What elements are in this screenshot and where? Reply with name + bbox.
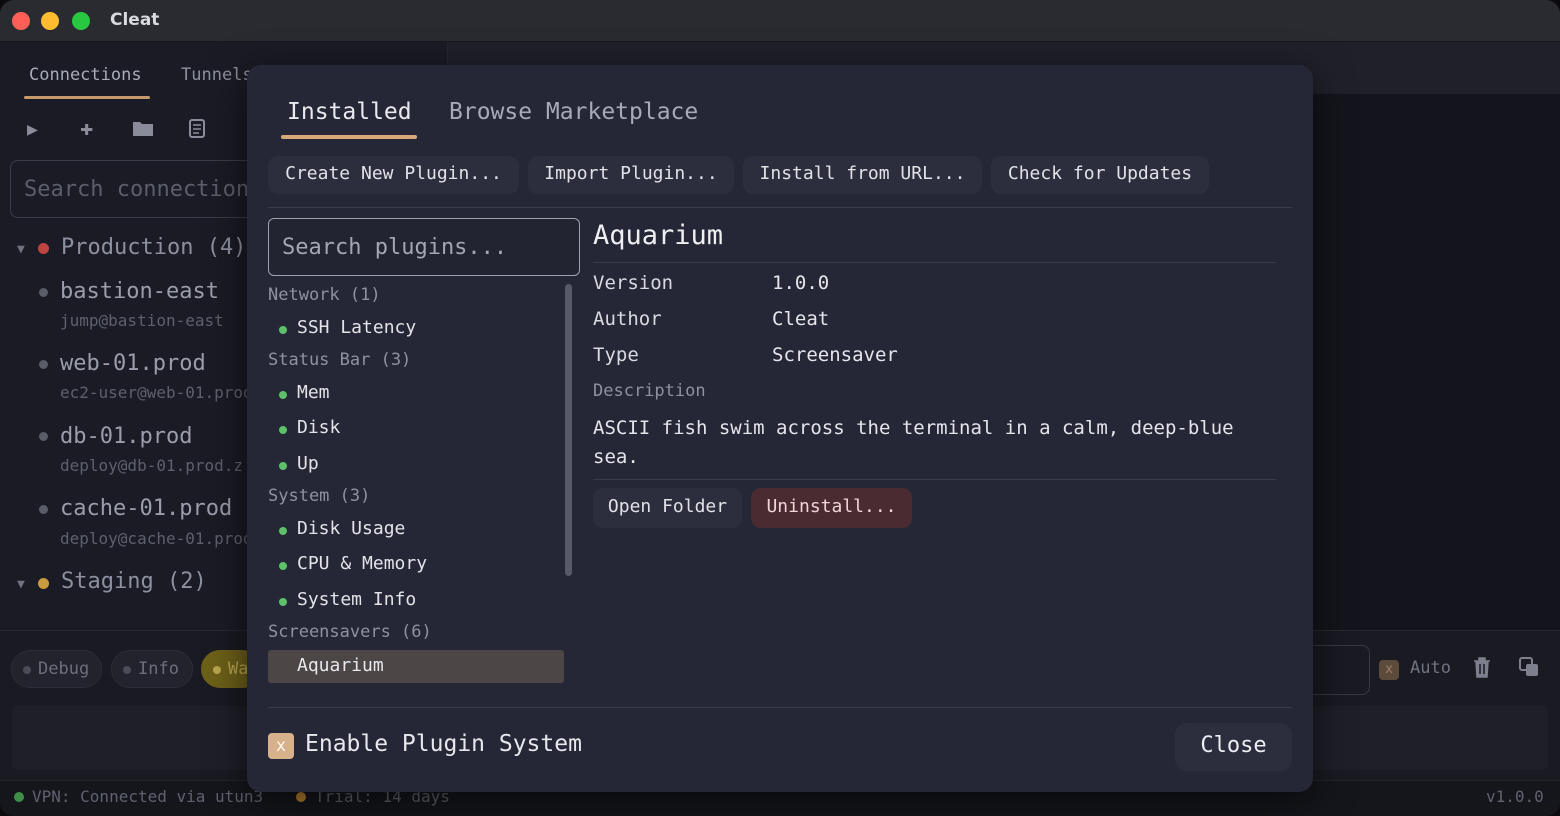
trial-status-dot bbox=[296, 792, 306, 802]
host-user: ec2-user@web-01.prod bbox=[60, 383, 253, 402]
description-text: ASCII fish swim across the terminal in a… bbox=[593, 417, 1234, 468]
group-staging[interactable]: Staging (2) bbox=[61, 569, 207, 594]
active-tab-indicator bbox=[24, 96, 150, 99]
close-window-button[interactable] bbox=[12, 12, 30, 30]
install-from-url-button[interactable]: Install from URL... bbox=[743, 156, 982, 194]
plugin-system-info[interactable]: System Info bbox=[297, 589, 416, 610]
group-color-dot bbox=[38, 578, 49, 589]
enabled-dot bbox=[279, 598, 287, 606]
host-status-dot bbox=[39, 432, 48, 441]
plugin-search-input[interactable] bbox=[269, 219, 579, 275]
version-value: 1.0.0 bbox=[772, 272, 830, 294]
enabled-dot bbox=[279, 391, 287, 399]
plugin-mem[interactable]: Mem bbox=[297, 382, 330, 403]
description-label: Description bbox=[593, 381, 706, 401]
plugin-ssh-latency[interactable]: SSH Latency bbox=[297, 317, 416, 338]
host-web-01[interactable]: web-01.prod bbox=[60, 351, 206, 376]
vpn-status-dot bbox=[14, 792, 24, 802]
group-color-dot bbox=[38, 243, 49, 254]
filter-dot-icon bbox=[123, 666, 131, 674]
host-user: deploy@db-01.prod.z bbox=[60, 456, 244, 475]
window-title: Cleat bbox=[110, 10, 160, 30]
version-label: Version bbox=[593, 272, 674, 294]
active-tab-indicator bbox=[281, 135, 417, 139]
maximize-window-button[interactable] bbox=[72, 12, 90, 30]
auto-scroll-checkbox[interactable]: x bbox=[1379, 660, 1399, 680]
host-user: jump@bastion-east bbox=[60, 311, 224, 330]
connection-search-input[interactable]: Search connections bbox=[10, 160, 262, 218]
divider bbox=[268, 207, 1292, 208]
category-network: Network (1) bbox=[268, 285, 381, 305]
create-plugin-button[interactable]: Create New Plugin... bbox=[268, 156, 519, 194]
open-folder-button[interactable]: Open Folder bbox=[593, 488, 742, 528]
plugin-search-field[interactable] bbox=[268, 218, 580, 276]
type-value: Screensaver bbox=[772, 344, 898, 366]
plugin-cpu-memory[interactable]: CPU & Memory bbox=[297, 553, 427, 574]
host-cache-01[interactable]: cache-01.prod bbox=[60, 496, 232, 521]
check-updates-button[interactable]: Check for Updates bbox=[991, 156, 1209, 194]
add-icon[interactable]: ✚ bbox=[80, 116, 93, 141]
enabled-dot bbox=[279, 562, 287, 570]
divider bbox=[593, 262, 1276, 263]
trash-icon[interactable] bbox=[1472, 656, 1492, 683]
copy-icon[interactable] bbox=[1518, 656, 1540, 683]
enabled-dot bbox=[279, 326, 287, 334]
host-status-dot bbox=[39, 360, 48, 369]
enabled-dot bbox=[279, 527, 287, 535]
chevron-down-icon[interactable]: ▼ bbox=[17, 577, 25, 592]
title-bar: Cleat bbox=[0, 0, 1560, 42]
plugin-list-scrollbar[interactable] bbox=[565, 284, 572, 576]
vpn-status: VPN: Connected via utun3 bbox=[32, 787, 264, 806]
host-db-01[interactable]: db-01.prod bbox=[60, 424, 192, 449]
host-bastion-east[interactable]: bastion-east bbox=[60, 279, 219, 304]
tab-connections[interactable]: Connections bbox=[29, 65, 142, 85]
group-production[interactable]: Production (4) bbox=[61, 235, 246, 260]
plugin-aquarium[interactable]: Aquarium bbox=[268, 650, 564, 683]
divider bbox=[593, 479, 1276, 480]
folder-icon[interactable] bbox=[132, 119, 154, 142]
log-filter-debug[interactable]: Debug bbox=[11, 650, 102, 688]
plugin-up[interactable]: Up bbox=[297, 453, 319, 474]
chevron-down-icon[interactable]: ▼ bbox=[17, 242, 25, 257]
author-value: Cleat bbox=[772, 308, 830, 330]
auto-scroll-label: Auto bbox=[1410, 658, 1451, 678]
filter-dot-icon bbox=[213, 666, 221, 674]
divider bbox=[268, 707, 1292, 708]
tab-installed[interactable]: Installed bbox=[287, 99, 412, 125]
host-user: deploy@cache-01.prod bbox=[60, 529, 253, 548]
tab-browse-marketplace[interactable]: Browse Marketplace bbox=[449, 99, 698, 125]
plugin-disk-usage[interactable]: Disk Usage bbox=[297, 518, 405, 539]
minimize-window-button[interactable] bbox=[41, 12, 59, 30]
enable-plugin-system-label[interactable]: Enable Plugin System bbox=[305, 731, 582, 757]
enable-plugin-system-checkbox[interactable]: x bbox=[268, 733, 294, 759]
filter-dot-icon bbox=[23, 666, 31, 674]
uninstall-button[interactable]: Uninstall... bbox=[751, 488, 912, 528]
host-status-dot bbox=[39, 505, 48, 514]
tab-tunnels[interactable]: Tunnels bbox=[181, 65, 253, 85]
import-plugin-button[interactable]: Import Plugin... bbox=[528, 156, 734, 194]
category-status-bar: Status Bar (3) bbox=[268, 350, 412, 370]
plugin-title: Aquarium bbox=[593, 220, 724, 251]
play-icon[interactable]: ▶ bbox=[27, 119, 38, 140]
log-filter-info[interactable]: Info bbox=[111, 650, 193, 688]
category-screensavers: Screensavers (6) bbox=[268, 622, 432, 642]
enabled-dot bbox=[279, 426, 287, 434]
host-status-dot bbox=[39, 288, 48, 297]
app-version: v1.0.0 bbox=[1486, 787, 1544, 806]
type-label: Type bbox=[593, 344, 639, 366]
category-system: System (3) bbox=[268, 486, 371, 506]
enabled-dot bbox=[279, 462, 287, 470]
close-button[interactable]: Close bbox=[1175, 723, 1292, 771]
app-window: Cleat Connections Tunnels ▶ ✚ Search con… bbox=[0, 0, 1560, 816]
plugin-disk[interactable]: Disk bbox=[297, 417, 340, 438]
author-label: Author bbox=[593, 308, 662, 330]
document-icon[interactable] bbox=[189, 119, 205, 143]
